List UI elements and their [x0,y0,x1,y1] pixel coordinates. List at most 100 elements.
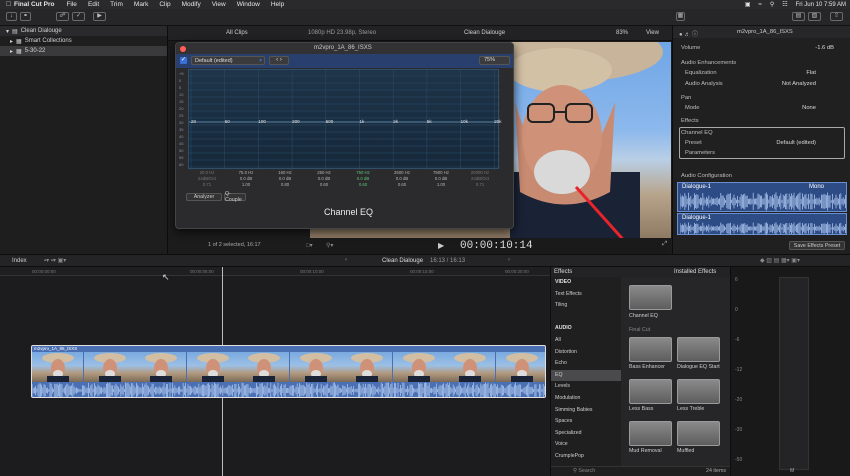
analysis-row[interactable]: Audio Analysis Not Analyzed [681,79,846,89]
eq-band[interactable]: 750 Hz 0.0 dB 0.60 [344,170,382,188]
channel-eq-window[interactable]: m2vpro_1A_86_ISXS ✓ Default (edited) ▾ ‹… [175,42,514,229]
timeline[interactable]: 00:00:00:00 00:00:05:00 00:00:10:00 00:0… [0,267,550,476]
menu-clip[interactable]: Clip [159,1,170,8]
wifi-icon[interactable]: ≈ [759,2,762,8]
volume-row[interactable]: Volume -1.6 dB [681,43,846,53]
library-item-event[interactable]: ▸ ▦ 5-30-22 [0,46,167,56]
eq-band-value[interactable]: 0.60 [383,182,421,188]
effects-category[interactable]: Levels [551,381,621,393]
library-item-smart-collections[interactable]: ▸ ▦ Smart Collections [0,36,167,46]
config-row[interactable]: Audio Configuration [681,171,846,181]
audio-track-1[interactable]: Dialogue-1 Mono [677,182,847,212]
effect-thumb-channel-eq[interactable] [629,285,672,310]
effects-category[interactable]: Simming Babies [551,405,621,417]
eq-band[interactable]: 75.0 Hz 0.0 dB 1.00 [227,170,265,188]
installed-effects-menu[interactable]: Installed Effects [674,269,716,275]
volume-value[interactable]: -1.6 dB [815,45,834,51]
viewer-options-icon[interactable]: □▾ [306,242,313,249]
save-effects-preset-button[interactable]: Save Effects Preset [789,241,845,250]
clip-filter[interactable]: All Clips [226,30,248,36]
eq-band[interactable]: 160 Hz 0.0 dB 0.80 [266,170,304,188]
eq-band[interactable]: 20000 Hz 24dB/Oct 0.71 [461,170,499,188]
preset-nav[interactable]: ‹ › [269,56,289,65]
effects-category[interactable]: Spaces [551,416,621,428]
timeline-tools-icon[interactable]: ▪▾ ▪▾ ▣▾ [44,257,66,264]
key-icon[interactable]: ⚭ [20,12,31,21]
back-icon[interactable]: ‹ [345,257,347,263]
analyzer-button[interactable]: Analyzer [186,193,222,201]
effects-category[interactable]: Text Effects [551,289,621,301]
clock[interactable]: Fri Jun 10 7:59 AM [796,2,846,8]
menu-edit[interactable]: Edit [88,1,99,8]
zoom-menu[interactable]: 83% [616,30,628,36]
parameters-row[interactable]: Parameters [681,148,846,158]
effect-thumb-bass-enhancer[interactable] [629,337,672,362]
menu-view[interactable]: View [212,1,226,8]
browser-toggle-icon[interactable]: ▦ [676,12,685,21]
share-icon[interactable]: ▶ [93,12,106,21]
effects-category[interactable]: Voice [551,439,621,451]
search-field[interactable]: ⚲ Search [573,468,595,474]
inspector-toggle-icon[interactable]: ▧ [808,12,821,21]
effect-thumb-less-bass[interactable] [629,379,672,404]
search-icon[interactable]: ⚲ [770,1,774,8]
menu-help[interactable]: Help [271,1,284,8]
effect-thumb-muffled[interactable] [677,421,720,446]
effects-row[interactable]: Effects [681,116,846,126]
disclosure-icon[interactable]: ▾ [6,28,9,35]
project-name[interactable]: Clean Dialouge [382,258,423,264]
share-button-icon[interactable]: ⇧ [830,12,843,21]
apple-icon[interactable]:  [6,1,14,8]
eq-band-value[interactable]: 0.80 [266,182,304,188]
menu-window[interactable]: Window [237,1,260,8]
eq-graph[interactable]: +6 0 5 10 15 20 25 30 35 40 45 50 55 60 20 50 100 200 500… [179,69,502,170]
view-menu[interactable]: View [646,30,659,36]
eq-band[interactable]: 250 Hz 0.0 dB 0.60 [305,170,343,188]
disclosure-icon[interactable]: ▸ [10,48,13,55]
timeline-toggle-icon[interactable]: ▤ [792,12,805,21]
effect-thumb-mud-removal[interactable] [629,421,672,446]
eq-band-value[interactable]: 1.00 [422,182,460,188]
pan-row[interactable]: Pan [681,93,846,103]
eq-band[interactable]: 2500 Hz 0.0 dB 0.60 [383,170,421,188]
eq-zoom-menu[interactable]: 75% [479,56,510,65]
control-center-icon[interactable]: ☷ [782,1,787,8]
menu-file[interactable]: File [66,1,76,8]
transform-icon[interactable]: ⚲▾ [326,242,333,249]
effects-category[interactable]: Modulation [551,393,621,405]
eq-band-value[interactable]: 0.60 [344,182,382,188]
enhancements-row[interactable]: Audio Enhancements [681,58,846,68]
effects-category[interactable]: CrumplePop [551,451,621,463]
q-couple-button[interactable]: Q-Couple [224,191,246,203]
effects-category[interactable]: EQ [551,369,621,382]
effects-category[interactable]: Distortion [551,347,621,359]
menu-trim[interactable]: Trim [110,1,123,8]
background-tasks-icon[interactable]: ✓ [72,12,85,21]
effects-category[interactable]: Tiling [551,300,621,312]
library-root[interactable]: ▾ ▤ Clean Dialouge [0,26,167,36]
eq-band-value[interactable]: 0.71 [461,182,499,188]
inspector-tabs-icon[interactable]: ● ♬ ⓘ [679,29,698,38]
audio-track-2[interactable]: Dialogue-1 [677,213,847,235]
timeline-view-icons[interactable]: ◆ ▥ ▤ ▦▾ ▣▾ [760,257,800,264]
eq-band-value[interactable]: 1.00 [227,182,265,188]
effects-category[interactable]: All [551,335,621,347]
close-button[interactable] [180,46,186,52]
effects-category[interactable]: VIDEO [551,277,621,289]
import-icon[interactable]: ↓ [6,12,17,21]
effects-category[interactable]: Specialized [551,428,621,440]
fullscreen-icon[interactable]: ⤢ [662,241,667,248]
menu-mark[interactable]: Mark [134,1,148,8]
mode-row[interactable]: Mode None [681,103,846,113]
preset-row[interactable]: Preset Default (edited) [681,138,846,148]
mode-value[interactable]: None [802,105,816,111]
disclosure-icon[interactable]: ▸ [10,38,13,45]
effect-thumb-dialogue-eq[interactable] [677,337,720,362]
effect-thumb-less-treble[interactable] [677,379,720,404]
menu-modify[interactable]: Modify [182,1,201,8]
preset-value[interactable]: Default (edited) [776,140,816,146]
forward-icon[interactable]: › [508,257,510,263]
eq-band[interactable]: 7500 Hz 0.0 dB 1.00 [422,170,460,188]
equalization-value[interactable]: Flat [806,70,816,76]
bypass-checkbox[interactable]: ✓ [180,57,187,64]
